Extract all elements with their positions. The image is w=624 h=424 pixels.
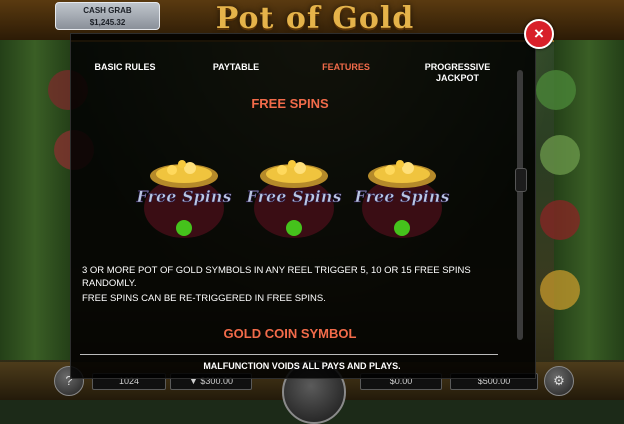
free-spins-title: FREE SPINS: [251, 96, 329, 111]
reel-symbol: [536, 70, 576, 110]
reel-symbol: [540, 135, 580, 175]
modal-tabs: BASIC RULES PAYTABLE FEATURES PROGRESSIV…: [70, 60, 510, 90]
cash-grab-value: $1,245.32: [89, 18, 126, 27]
divider: [80, 354, 498, 355]
reel-symbol: [540, 270, 580, 310]
settings-button[interactable]: ⚙: [544, 366, 574, 396]
scrollbar-track[interactable]: [517, 70, 523, 340]
reel-symbol: [540, 200, 580, 240]
malfunction-notice: MALFUNCTION VOIDS ALL PAYS AND PLAYS.: [203, 361, 401, 371]
free-spins-retrigger-text: FREE SPINS CAN BE RE-TRIGGERED IN FREE S…: [82, 293, 326, 304]
tab-basic-rules[interactable]: BASIC RULES: [80, 62, 170, 73]
gold-coin-title: GOLD COIN SYMBOL: [223, 326, 357, 341]
pot-of-gold-icon: Free Spins: [245, 160, 342, 238]
tab-features[interactable]: FEATURES: [306, 62, 386, 73]
cash-grab-label: CASH GRAB: [83, 6, 132, 15]
close-button[interactable]: ×: [524, 19, 554, 49]
free-spins-trigger-text: 3 OR MORE POT OF GOLD SYMBOLS IN ANY REE…: [82, 265, 471, 289]
scrollbar-thumb[interactable]: [515, 168, 527, 192]
pot-of-gold-icon: Free Spins: [135, 160, 232, 238]
tab-paytable[interactable]: PAYTABLE: [196, 62, 276, 73]
free-spins-symbols: Free Spins Free Spins Free Spins: [130, 150, 460, 250]
tab-progressive-jackpot[interactable]: PROGRESSIVE JACKPOT: [415, 62, 500, 84]
pot-of-gold-icon: Free Spins: [353, 160, 450, 238]
pot-label: Free Spins: [354, 187, 450, 206]
cash-grab-panel: CASH GRAB $1,245.32: [55, 2, 160, 30]
pot-label: Free Spins: [246, 187, 342, 206]
pot-label: Free Spins: [136, 187, 232, 206]
